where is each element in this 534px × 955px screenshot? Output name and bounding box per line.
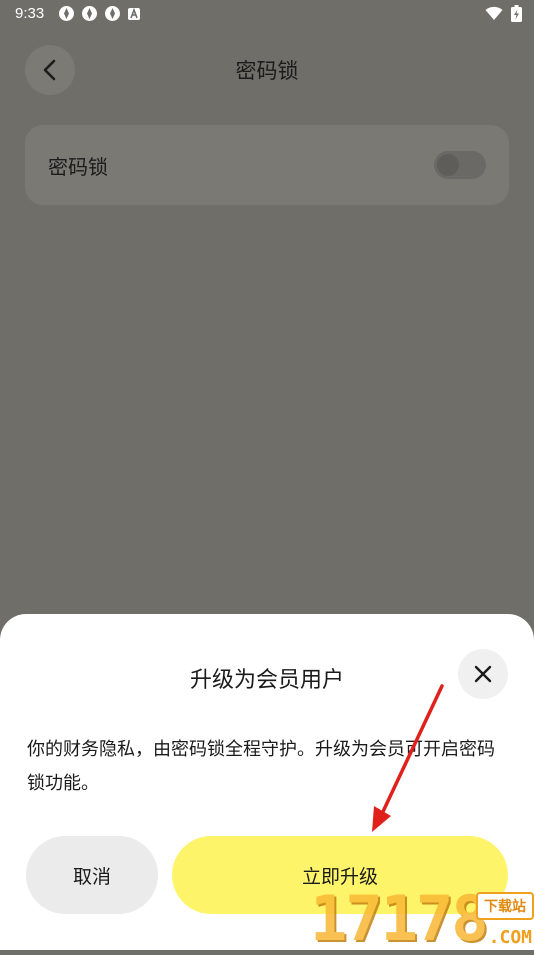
watermark-domain: .COM (488, 927, 532, 948)
status-right (485, 5, 522, 22)
status-bar: 9:33 (0, 0, 534, 28)
app-notification-icon (105, 6, 120, 21)
page-title: 密码锁 (235, 59, 299, 83)
cancel-button[interactable]: 取消 (26, 836, 158, 914)
battery-charging-icon (511, 5, 522, 22)
toggle-knob (437, 154, 459, 176)
notification-icons (58, 5, 141, 22)
watermark-digits: 17178 (310, 882, 489, 955)
close-icon (474, 665, 492, 683)
close-button[interactable] (458, 649, 508, 699)
status-time: 9:33 (15, 5, 45, 22)
a-notification-icon (128, 7, 140, 20)
password-lock-setting: 密码锁 (25, 125, 509, 205)
wifi-icon (485, 6, 503, 20)
site-watermark: 17178 下载站 .COM (310, 888, 534, 950)
watermark-tag: 下载站 (476, 892, 534, 920)
password-lock-label: 密码锁 (48, 155, 108, 179)
password-lock-toggle[interactable] (434, 151, 486, 179)
app-notification-icon (82, 6, 97, 21)
app-notification-icon (59, 6, 74, 21)
annotation-arrow (372, 684, 444, 832)
